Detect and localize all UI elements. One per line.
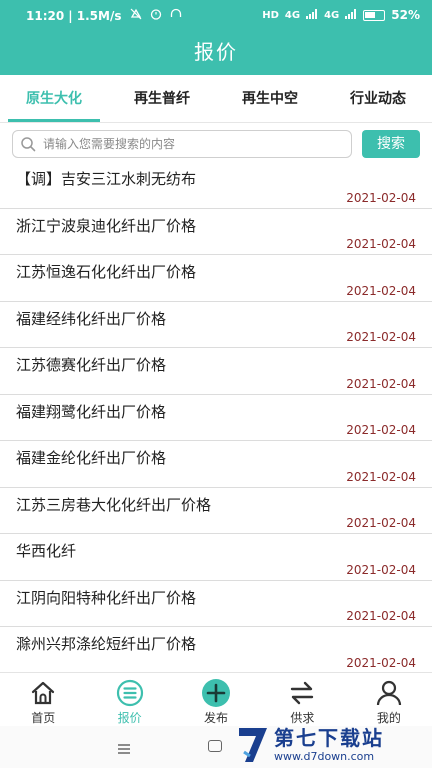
list-item[interactable]: 福建翔鹭化纤出厂价格 2021-02-04 <box>0 395 432 441</box>
watermark-logo-icon <box>236 724 270 764</box>
list-item[interactable]: 江苏恒逸石化化纤出厂价格 2021-02-04 <box>0 255 432 302</box>
user-icon <box>374 679 404 707</box>
item-date: 2021-02-04 <box>346 423 416 437</box>
item-title: 福建经纬化纤出厂价格 <box>16 309 167 328</box>
price-list: 【调】吉安三江水刺无纺布 2021-02-04 浙江宁波泉迪化纤出厂价格 2021-0… <box>0 162 432 672</box>
list-item[interactable]: 江苏三房巷大化化纤出厂价格 2021-02-04 <box>0 488 432 534</box>
item-title: 江阴向阳特种化纤出厂价格 <box>16 588 197 607</box>
nav-supply[interactable]: 供求 <box>259 673 345 726</box>
alarm-icon <box>150 9 166 23</box>
item-date: 2021-02-04 <box>346 469 416 484</box>
item-title: 浙江宁波泉迪化纤出厂价格 <box>16 216 197 235</box>
battery-icon <box>363 9 386 21</box>
battery-percent: 52% <box>391 8 420 22</box>
item-title: 福建翔鹭化纤出厂价格 <box>16 402 167 421</box>
item-title: 江苏三房巷大化化纤出厂价格 <box>16 495 212 514</box>
swap-icon <box>287 679 317 707</box>
search-button[interactable]: 搜索 <box>362 130 420 158</box>
list-icon <box>115 679 145 707</box>
item-date: 2021-02-04 <box>346 237 416 251</box>
mute-icon <box>130 8 146 23</box>
menu-icon[interactable] <box>116 740 132 754</box>
tab-native-chemical[interactable]: 原生大化 <box>0 75 108 122</box>
item-date: 2021-02-04 <box>346 330 416 344</box>
item-title: 滁州兴邦涤纶短纤出厂价格 <box>16 635 197 653</box>
category-tabs: 原生大化 再生普纤 再生中空 行业动态 <box>0 75 432 123</box>
hd-icon: HD <box>262 9 279 21</box>
list-item[interactable]: 福建经纬化纤出厂价格 2021-02-04 <box>0 302 432 348</box>
search-input[interactable] <box>43 137 351 151</box>
list-item[interactable]: 【调】吉安三江水刺无纺布 2021-02-04 <box>0 162 432 209</box>
status-right: HD 4G 4G 52% <box>262 8 420 22</box>
tab-recycled-hollow[interactable]: 再生中空 <box>216 75 324 122</box>
plus-icon <box>201 679 231 707</box>
search-icon <box>13 131 43 157</box>
home-square-icon[interactable] <box>208 740 222 752</box>
item-date: 2021-02-04 <box>346 376 416 391</box>
status-time: 11:20 <box>26 9 65 23</box>
status-left: 11:20 | 1.5M/s <box>26 8 186 23</box>
watermark-name: 第七下载站 <box>274 725 384 750</box>
nav-publish-label: 发布 <box>204 711 229 725</box>
item-date: 2021-02-04 <box>346 655 416 670</box>
signal-label-1: 4G <box>284 9 301 21</box>
watermark: 第七下载站 www.d7down.com <box>236 720 432 768</box>
tab-recycled-regular[interactable]: 再生普纤 <box>108 75 216 122</box>
nav-home-label: 首页 <box>31 711 56 725</box>
status-bar: 11:20 | 1.5M/s HD 4G 4G 52% <box>0 0 432 30</box>
item-date: 2021-02-04 <box>346 283 416 298</box>
list-item[interactable]: 滁州兴邦涤纶短纤出厂价格 2021-02-04 <box>0 627 432 672</box>
list-item[interactable]: 福建金纶化纤出厂价格 2021-02-04 <box>0 441 432 488</box>
search-box[interactable] <box>12 130 352 158</box>
list-item[interactable]: 江阴向阳特种化纤出厂价格 2021-02-04 <box>0 581 432 627</box>
app-header: 11:20 | 1.5M/s HD 4G 4G 52% 报价 <box>0 0 432 75</box>
nav-profile[interactable]: 我的 <box>346 673 432 726</box>
signal-icon <box>306 8 318 22</box>
item-title: 江苏德赛化纤出厂价格 <box>16 356 167 374</box>
item-title: 江苏恒逸石化化纤出厂价格 <box>16 263 197 281</box>
search-row: 搜索 <box>0 124 432 166</box>
nav-quote[interactable]: 报价 <box>86 673 172 726</box>
signal-label-2: 4G <box>324 9 340 21</box>
nav-home[interactable]: 首页 <box>0 673 86 726</box>
watermark-url: www.d7down.com <box>274 749 375 763</box>
item-date: 2021-02-04 <box>346 516 416 530</box>
nav-publish[interactable]: 发布 <box>173 673 259 726</box>
item-date: 2021-02-04 <box>346 562 416 577</box>
list-item[interactable]: 浙江宁波泉迪化纤出厂价格 2021-02-04 <box>0 209 432 255</box>
list-item[interactable]: 江苏德赛化纤出厂价格 2021-02-04 <box>0 348 432 395</box>
item-date: 2021-02-04 <box>346 190 416 205</box>
watermark-text: 第七下载站 www.d7down.com <box>274 726 384 763</box>
item-date: 2021-02-04 <box>346 609 416 623</box>
item-title: 福建金纶化纤出厂价格 <box>16 449 167 467</box>
bottom-nav: 首页 报价 发布 供求 我的 <box>0 672 432 726</box>
headset-icon <box>170 8 182 23</box>
item-title: 华西化纤 <box>16 542 77 560</box>
home-icon <box>28 679 58 707</box>
item-title: 【调】吉安三江水刺无纺布 <box>16 170 197 188</box>
nav-quote-label: 报价 <box>117 711 142 725</box>
list-item[interactable]: 华西化纤 2021-02-04 <box>0 534 432 581</box>
tab-industry-news[interactable]: 行业动态 <box>324 75 432 122</box>
signal-icon-2 <box>345 8 357 22</box>
page-title: 报价 <box>194 40 238 64</box>
status-speed: 1.5M/s <box>76 9 122 23</box>
